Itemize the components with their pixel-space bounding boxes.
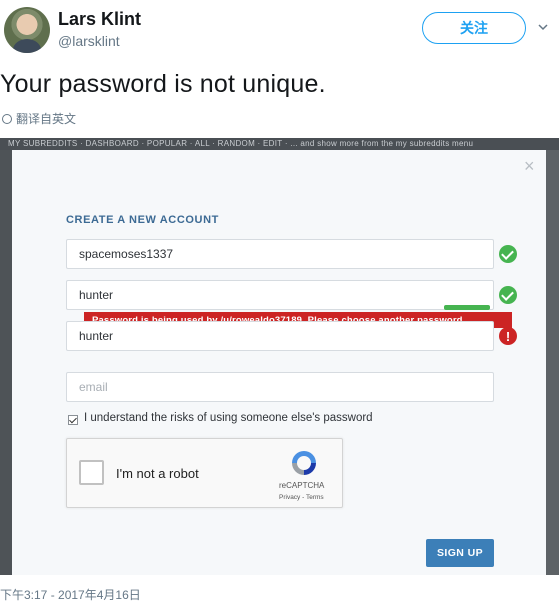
recaptcha-widget: I'm not a robot reCAPTCHA Privacy - Term… <box>66 438 343 508</box>
translate-link[interactable]: 翻译自英文 <box>2 110 76 127</box>
recaptcha-links[interactable]: Privacy - Terms <box>279 494 324 501</box>
terms-label: I understand the risks of using someone … <box>84 412 373 424</box>
terms-checkbox[interactable] <box>68 415 78 425</box>
check-icon <box>499 245 517 263</box>
check-icon <box>499 286 517 304</box>
recaptcha-brand: reCAPTCHA <box>279 481 325 490</box>
close-icon[interactable]: × <box>524 156 535 177</box>
tweet-text: Your password is not unique. <box>0 70 326 98</box>
screenshot-topbar: MY SUBREDDITS · DASHBOARD · POPULAR · AL… <box>0 138 559 150</box>
screenshot-backdrop <box>0 150 12 575</box>
password-field[interactable]: hunter <box>66 280 494 310</box>
password-strength-bar <box>444 305 490 310</box>
sign-up-button[interactable]: SIGN UP <box>426 539 494 567</box>
screenshot-topbar-text: MY SUBREDDITS · DASHBOARD · POPULAR · AL… <box>8 139 474 148</box>
translate-label: 翻译自英文 <box>16 112 77 126</box>
recaptcha-label: I'm not a robot <box>116 466 199 481</box>
recaptcha-checkbox[interactable] <box>79 460 104 485</box>
author-handle[interactable]: @larsklint <box>58 33 120 49</box>
chevron-down-icon[interactable] <box>538 22 548 32</box>
globe-icon <box>2 113 12 124</box>
follow-button[interactable]: 关注 <box>422 12 526 44</box>
email-field[interactable]: email <box>66 372 494 402</box>
form-title: CREATE A NEW ACCOUNT <box>66 214 219 226</box>
username-field[interactable]: spacemoses1337 <box>66 239 494 269</box>
signup-modal: × CREATE A NEW ACCOUNT spacemoses1337 hu… <box>12 150 546 575</box>
avatar[interactable] <box>4 7 50 53</box>
error-icon: ! <box>499 327 517 345</box>
tweet-timestamp[interactable]: 下午3:17 - 2017年4月16日 <box>0 586 141 603</box>
attached-screenshot[interactable]: MY SUBREDDITS · DASHBOARD · POPULAR · AL… <box>0 138 559 575</box>
verify-password-field[interactable]: hunter <box>66 321 494 351</box>
recaptcha-logo-icon <box>292 451 316 475</box>
author-name[interactable]: Lars Klint <box>58 9 141 30</box>
